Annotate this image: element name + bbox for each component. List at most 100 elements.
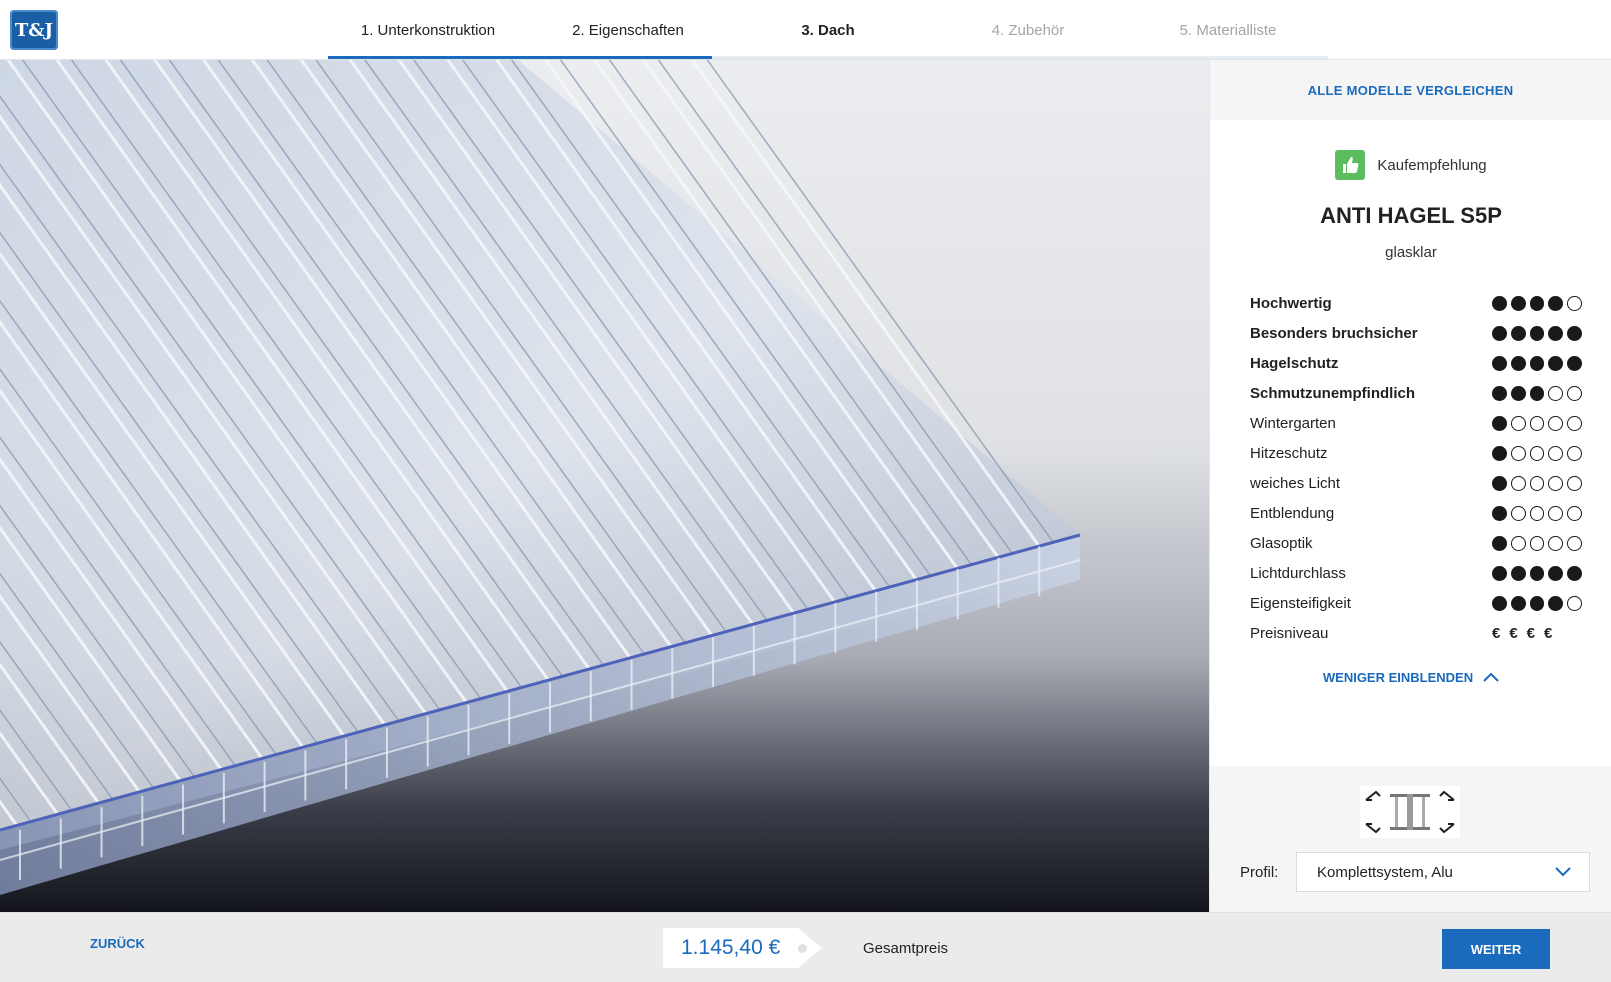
step-progress-track xyxy=(328,56,1328,59)
rating-dot-empty xyxy=(1548,475,1564,491)
rating-dots xyxy=(1492,295,1582,311)
rating-dot-filled xyxy=(1492,355,1507,371)
rating-dot-filled xyxy=(1548,355,1564,371)
rating-dot-filled xyxy=(1492,535,1507,551)
property-label: Schmutzunempfindlich xyxy=(1250,384,1415,402)
rating-dots xyxy=(1492,385,1582,401)
rating-dot-empty xyxy=(1529,445,1545,461)
rating-dots xyxy=(1492,535,1582,551)
footer-bar: ZURÜCK 1.145,40 € Gesamtpreis WEITER xyxy=(0,912,1611,982)
rating-dot-filled xyxy=(1510,295,1526,311)
rating-dot-filled xyxy=(1548,565,1564,581)
back-button[interactable]: ZURÜCK xyxy=(90,936,145,951)
rating-dot-empty xyxy=(1567,445,1582,461)
step-eigenschaften[interactable]: 2. Eigenschaften xyxy=(528,0,728,60)
rating-dot-empty xyxy=(1510,535,1526,551)
rating-dot-filled xyxy=(1529,325,1545,341)
property-row: Wintergarten xyxy=(1250,408,1582,438)
rating-dots xyxy=(1492,505,1582,521)
rating-dot-filled xyxy=(1492,325,1507,341)
compare-models-link[interactable]: ALLE MODELLE VERGLEICHEN xyxy=(1210,60,1611,120)
rating-dot-empty xyxy=(1510,475,1526,491)
property-row: Hochwertig xyxy=(1250,288,1582,318)
property-row: Eigensteifigkeit xyxy=(1250,588,1582,618)
rating-dot-empty xyxy=(1548,415,1564,431)
profile-label: Profil: xyxy=(1240,863,1279,881)
rating-dot-filled xyxy=(1510,385,1526,401)
rating-dot-empty xyxy=(1567,385,1582,401)
profile-select[interactable]: Komplettsystem, Alu xyxy=(1296,852,1590,892)
rating-dot-filled xyxy=(1529,355,1545,371)
rating-dots xyxy=(1492,415,1582,431)
rating-dots xyxy=(1492,565,1582,581)
recommendation-label: Kaufempfehlung xyxy=(1377,156,1487,174)
rating-dot-filled xyxy=(1548,295,1564,311)
property-label: Lichtdurchlass xyxy=(1250,564,1346,582)
brand-logo[interactable]: T&J xyxy=(10,10,58,50)
property-row: Lichtdurchlass xyxy=(1250,558,1582,588)
profile-section: Profil: Komplettsystem, Alu xyxy=(1210,766,1611,912)
header: T&J 1. Unterkonstruktion 2. Eigenschafte… xyxy=(0,0,1611,60)
rating-dot-filled xyxy=(1492,415,1507,431)
rating-dot-empty xyxy=(1548,505,1564,521)
profile-selected-value: Komplettsystem, Alu xyxy=(1317,863,1453,881)
property-row: weiches Licht xyxy=(1250,468,1582,498)
rating-dot-empty xyxy=(1510,445,1526,461)
product-name: ANTI HAGEL S5P xyxy=(1320,203,1502,228)
property-label: Hochwertig xyxy=(1250,294,1332,312)
rating-dot-filled xyxy=(1529,595,1545,611)
product-variant: glasklar xyxy=(1385,244,1437,261)
rating-dot-filled xyxy=(1510,595,1526,611)
rating-dot-empty xyxy=(1529,415,1545,431)
rating-dot-filled xyxy=(1548,325,1564,341)
rating-dot-filled xyxy=(1492,445,1507,461)
property-row: Hitzeschutz xyxy=(1250,438,1582,468)
rating-dot-empty xyxy=(1567,415,1582,431)
rating-dot-empty xyxy=(1529,505,1545,521)
rating-dot-filled xyxy=(1567,355,1582,371)
property-row: Entblendung xyxy=(1250,498,1582,528)
rating-dots xyxy=(1492,355,1582,371)
step-navigation: 1. Unterkonstruktion 2. Eigenschaften 3.… xyxy=(328,0,1328,60)
price-tag-hole xyxy=(798,944,807,953)
property-label: Wintergarten xyxy=(1250,414,1336,432)
rating-dot-empty xyxy=(1567,505,1582,521)
property-label: weiches Licht xyxy=(1250,474,1341,492)
rating-dot-empty xyxy=(1567,295,1582,311)
step-dach[interactable]: 3. Dach xyxy=(728,0,928,60)
profile-row: Profil: Komplettsystem, Alu xyxy=(1240,852,1590,892)
rating-dot-empty xyxy=(1548,445,1564,461)
rating-dot-empty xyxy=(1548,385,1564,401)
rating-dots xyxy=(1492,325,1582,341)
rating-dots xyxy=(1492,475,1582,491)
rating-dots xyxy=(1492,445,1582,461)
property-row: Hagelschutz xyxy=(1250,348,1582,378)
rating-dot-filled xyxy=(1492,565,1507,581)
property-label: Glasoptik xyxy=(1250,534,1313,552)
recommendation-badge: Kaufempfehlung xyxy=(1210,150,1611,180)
rating-dot-filled xyxy=(1492,295,1507,311)
total-price-label: Gesamtpreis xyxy=(863,940,949,957)
next-button[interactable]: WEITER xyxy=(1442,929,1550,969)
property-row: Schmutzunempfindlich xyxy=(1250,378,1582,408)
rating-dot-filled xyxy=(1492,385,1507,401)
rating-dot-empty xyxy=(1567,535,1582,551)
show-less-label: WENIGER EINBLENDEN xyxy=(1322,669,1474,685)
step-unterkonstruktion[interactable]: 1. Unterkonstruktion xyxy=(328,0,528,60)
rating-dot-filled xyxy=(1529,565,1545,581)
rating-dot-empty xyxy=(1567,475,1582,491)
step-progress-bar xyxy=(328,56,712,59)
total-price: 1.145,40 € xyxy=(663,928,799,968)
rating-dot-filled xyxy=(1510,565,1526,581)
rating-dot-filled xyxy=(1510,325,1526,341)
profile-cross-section-image xyxy=(1360,786,1460,838)
show-less-toggle[interactable]: WENIGER EINBLENDEN xyxy=(1210,662,1611,692)
rating-dot-filled xyxy=(1492,595,1507,611)
property-row: Glasoptik xyxy=(1250,528,1582,558)
property-row: Besonders bruchsicher xyxy=(1250,318,1582,348)
rating-dot-filled xyxy=(1529,295,1545,311)
product-image xyxy=(0,60,1209,912)
rating-dots xyxy=(1492,595,1582,611)
rating-dot-filled xyxy=(1567,565,1582,581)
price-level-value: €€€€ xyxy=(1492,624,1562,642)
